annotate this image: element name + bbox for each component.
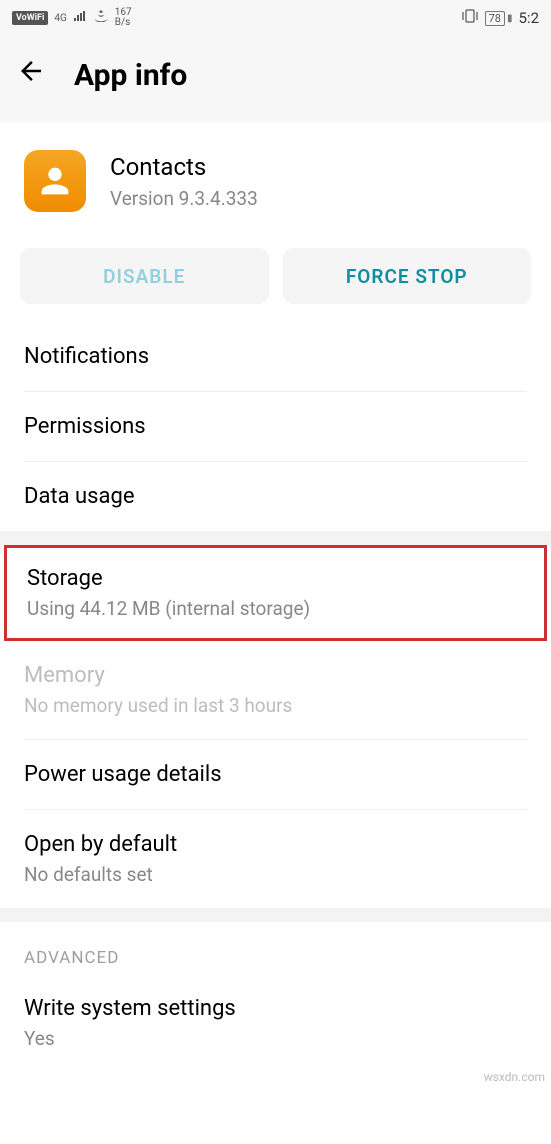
- section-divider: [0, 531, 551, 545]
- app-bar: App info: [0, 36, 551, 122]
- open-by-default-item[interactable]: Open by default No defaults set: [24, 810, 527, 908]
- write-system-label: Write system settings: [24, 996, 527, 1021]
- vibrate-icon: [461, 9, 479, 27]
- memory-label: Memory: [24, 663, 527, 688]
- app-version: Version 9.3.4.333: [110, 187, 258, 210]
- page-title: App info: [74, 58, 187, 93]
- app-name: Contacts: [110, 153, 258, 181]
- notifications-label: Notifications: [24, 344, 527, 369]
- write-system-sub: Yes: [24, 1027, 527, 1050]
- vowifi-badge: VoWiFi: [12, 11, 48, 25]
- status-left: VoWiFi 4G 167 B/s: [12, 8, 132, 28]
- signal-icon: [73, 10, 87, 26]
- contacts-app-icon: [24, 150, 86, 212]
- settings-list: Notifications Permissions Data usage Sto…: [0, 322, 551, 1054]
- power-usage-item[interactable]: Power usage details: [24, 740, 527, 810]
- storage-item[interactable]: Storage Using 44.12 MB (internal storage…: [4, 545, 547, 641]
- clock: 5:2: [519, 9, 540, 27]
- power-usage-label: Power usage details: [24, 762, 527, 787]
- permissions-label: Permissions: [24, 414, 527, 439]
- data-usage-item[interactable]: Data usage: [24, 462, 527, 531]
- wifi-icon: [93, 10, 109, 26]
- memory-sub: No memory used in last 3 hours: [24, 694, 527, 717]
- status-right: 78 ▮ 5:2: [461, 9, 539, 27]
- app-meta: Contacts Version 9.3.4.333: [110, 153, 258, 210]
- network-type: 4G: [54, 13, 66, 24]
- back-arrow-icon[interactable]: [16, 56, 46, 94]
- status-bar: VoWiFi 4G 167 B/s 78 ▮ 5:2: [0, 0, 551, 36]
- section-divider: [0, 908, 551, 922]
- storage-sub: Using 44.12 MB (internal storage): [27, 597, 524, 620]
- disable-button[interactable]: DISABLE: [20, 248, 269, 304]
- permissions-item[interactable]: Permissions: [24, 392, 527, 462]
- force-stop-button[interactable]: FORCE STOP: [283, 248, 532, 304]
- advanced-section-header: ADVANCED: [24, 922, 527, 974]
- open-by-default-sub: No defaults set: [24, 863, 527, 886]
- memory-item: Memory No memory used in last 3 hours: [24, 641, 527, 740]
- app-summary: Contacts Version 9.3.4.333: [0, 122, 551, 236]
- network-speed: 167 B/s: [115, 8, 132, 28]
- action-buttons: DISABLE FORCE STOP: [0, 236, 551, 322]
- storage-label: Storage: [27, 566, 524, 591]
- speed-unit: B/s: [115, 18, 132, 28]
- watermark: wsxdn.com: [484, 1070, 545, 1084]
- data-usage-label: Data usage: [24, 484, 527, 509]
- open-by-default-label: Open by default: [24, 832, 527, 857]
- write-system-settings-item[interactable]: Write system settings Yes: [24, 974, 527, 1054]
- battery-indicator: 78 ▮: [485, 11, 513, 26]
- battery-tip: ▮: [507, 13, 513, 24]
- notifications-item[interactable]: Notifications: [24, 322, 527, 392]
- battery-level: 78: [485, 11, 505, 26]
